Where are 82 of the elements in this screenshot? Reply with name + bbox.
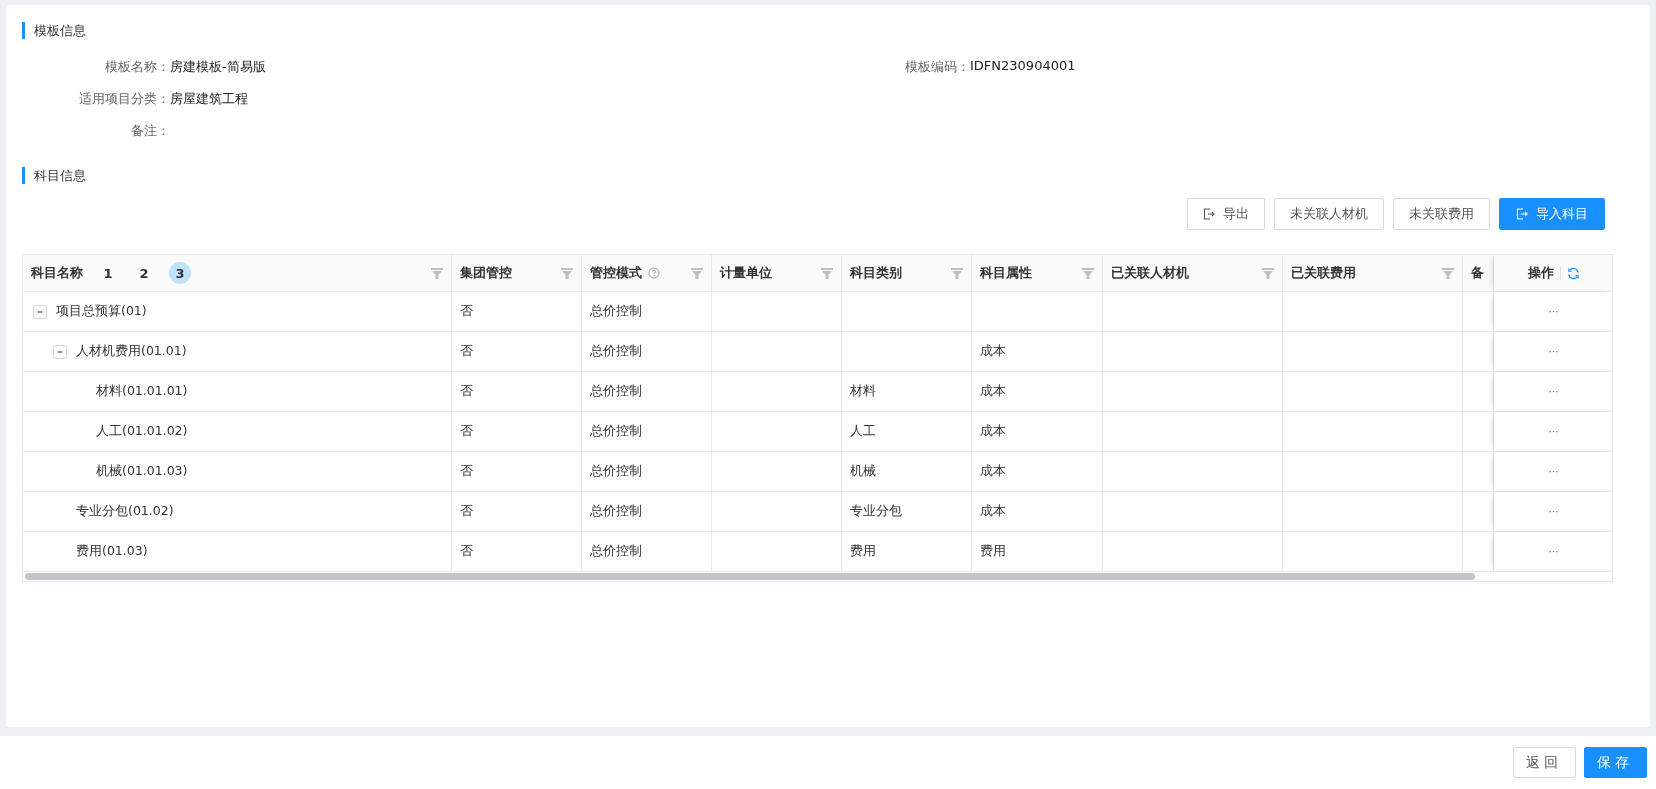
table-cell: 否 <box>460 343 473 360</box>
subject-name: 专业分包(01.02) <box>76 503 174 520</box>
import-button[interactable]: 导入科目 <box>1499 198 1605 230</box>
table-cell: 成本 <box>980 423 1006 440</box>
more-button[interactable]: ··· <box>1548 505 1559 518</box>
help-icon[interactable] <box>648 267 660 279</box>
more-button[interactable]: ··· <box>1548 385 1559 398</box>
subject-name: 人材机费用(01.01) <box>76 343 187 360</box>
filter-icon[interactable] <box>1262 268 1274 279</box>
section-title: 模板信息 <box>22 22 1634 39</box>
subject-name: 费用(01.03) <box>76 543 148 560</box>
subject-name: 机械(01.01.03) <box>96 463 188 480</box>
more-button[interactable]: ··· <box>1548 345 1559 358</box>
export-button[interactable]: 导出 <box>1187 198 1265 230</box>
filter-icon[interactable] <box>691 268 703 279</box>
subject-name: 项目总预算(01) <box>56 303 147 320</box>
table-cell: 总价控制 <box>590 423 642 440</box>
column-header: 计量单位 <box>720 264 772 282</box>
column-header: 科目类别 <box>850 264 902 282</box>
back-button[interactable]: 返回 <box>1513 747 1576 778</box>
table-cell: 总价控制 <box>590 543 642 560</box>
more-button[interactable]: ··· <box>1548 305 1559 318</box>
section-title: 科目信息 <box>22 167 1634 184</box>
table-cell: 总价控制 <box>590 303 642 320</box>
table-cell: 否 <box>460 303 473 320</box>
level-button[interactable]: 3 <box>169 262 191 284</box>
column-header: 操作 <box>1528 264 1554 282</box>
table-cell: 机械 <box>850 463 876 480</box>
table-cell: 否 <box>460 463 473 480</box>
subject-name: 材料(01.01.01) <box>96 383 188 400</box>
column-header: 科目名称 <box>31 264 83 282</box>
column-header: 备 <box>1471 264 1484 282</box>
filter-icon[interactable] <box>561 268 573 279</box>
filter-icon[interactable] <box>1082 268 1094 279</box>
field-label: 备注： <box>130 122 170 140</box>
subject-name: 人工(01.01.02) <box>96 423 188 440</box>
table-cell: 成本 <box>980 463 1006 480</box>
field-label: 模板名称： <box>104 58 170 76</box>
table-cell: 费用 <box>980 543 1006 560</box>
table-cell: 否 <box>460 423 473 440</box>
filter-icon[interactable] <box>821 268 833 279</box>
table-cell: 否 <box>460 543 473 560</box>
collapse-toggle[interactable] <box>53 344 67 359</box>
filter-icon[interactable] <box>1442 268 1454 279</box>
table-cell: 总价控制 <box>590 463 642 480</box>
table-cell: 材料 <box>850 383 876 400</box>
collapse-toggle[interactable] <box>33 304 47 319</box>
level-button[interactable]: 2 <box>133 262 155 284</box>
column-header: 已关联人材机 <box>1111 264 1189 282</box>
export-icon <box>1203 208 1215 220</box>
filter-button[interactable]: 未关联人材机 <box>1274 198 1384 230</box>
column-header: 管控模式 <box>590 264 642 282</box>
field-label: 模板编码： <box>904 58 970 76</box>
more-button[interactable]: ··· <box>1548 425 1559 438</box>
filter-icon[interactable] <box>951 268 963 279</box>
more-button[interactable]: ··· <box>1548 465 1559 478</box>
column-header: 集团管控 <box>460 264 512 282</box>
field-value: 房建模板-简易版 <box>170 58 266 76</box>
column-header: 已关联费用 <box>1291 264 1356 282</box>
table-cell: 总价控制 <box>590 383 642 400</box>
level-button[interactable]: 1 <box>97 262 119 284</box>
filter-icon[interactable] <box>431 268 443 279</box>
table-cell: 总价控制 <box>590 503 642 520</box>
save-button[interactable]: 保存 <box>1584 747 1647 778</box>
scrollbar-thumb[interactable] <box>25 573 1475 580</box>
table-cell: 专业分包 <box>850 503 902 520</box>
table-cell: 费用 <box>850 543 876 560</box>
field-value: IDFN230904001 <box>970 58 1076 75</box>
field-value: 房屋建筑工程 <box>170 90 248 108</box>
export-icon <box>1516 208 1528 220</box>
table-cell: 成本 <box>980 503 1006 520</box>
column-header: 科目属性 <box>980 264 1032 282</box>
table-cell: 否 <box>460 383 473 400</box>
table-cell: 成本 <box>980 343 1006 360</box>
table-cell: 否 <box>460 503 473 520</box>
more-button[interactable]: ··· <box>1548 545 1559 558</box>
field-label: 适用项目分类： <box>78 90 170 108</box>
filter-button[interactable]: 未关联费用 <box>1393 198 1490 230</box>
table-cell: 总价控制 <box>590 343 642 360</box>
table-cell: 人工 <box>850 423 876 440</box>
table-cell: 成本 <box>980 383 1006 400</box>
refresh-icon[interactable] <box>1567 266 1580 280</box>
